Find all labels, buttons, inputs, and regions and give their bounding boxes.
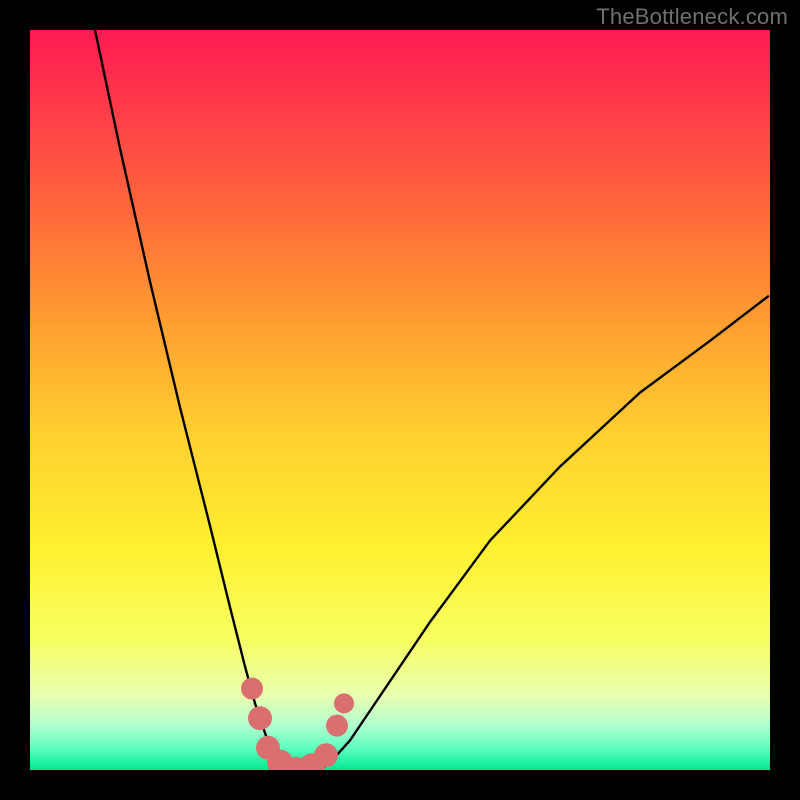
watermark-text: TheBottleneck.com <box>596 4 788 30</box>
blob-point <box>241 678 263 700</box>
curves-layer <box>30 30 770 770</box>
blob-point <box>314 743 338 767</box>
plot-area <box>30 30 770 770</box>
blob-point <box>334 693 354 713</box>
left-curve <box>95 30 280 770</box>
right-curve <box>320 296 768 770</box>
blob-point <box>326 715 348 737</box>
bottom-pink-blobs <box>241 678 354 770</box>
chart-frame: TheBottleneck.com <box>0 0 800 800</box>
blob-point <box>248 706 272 730</box>
